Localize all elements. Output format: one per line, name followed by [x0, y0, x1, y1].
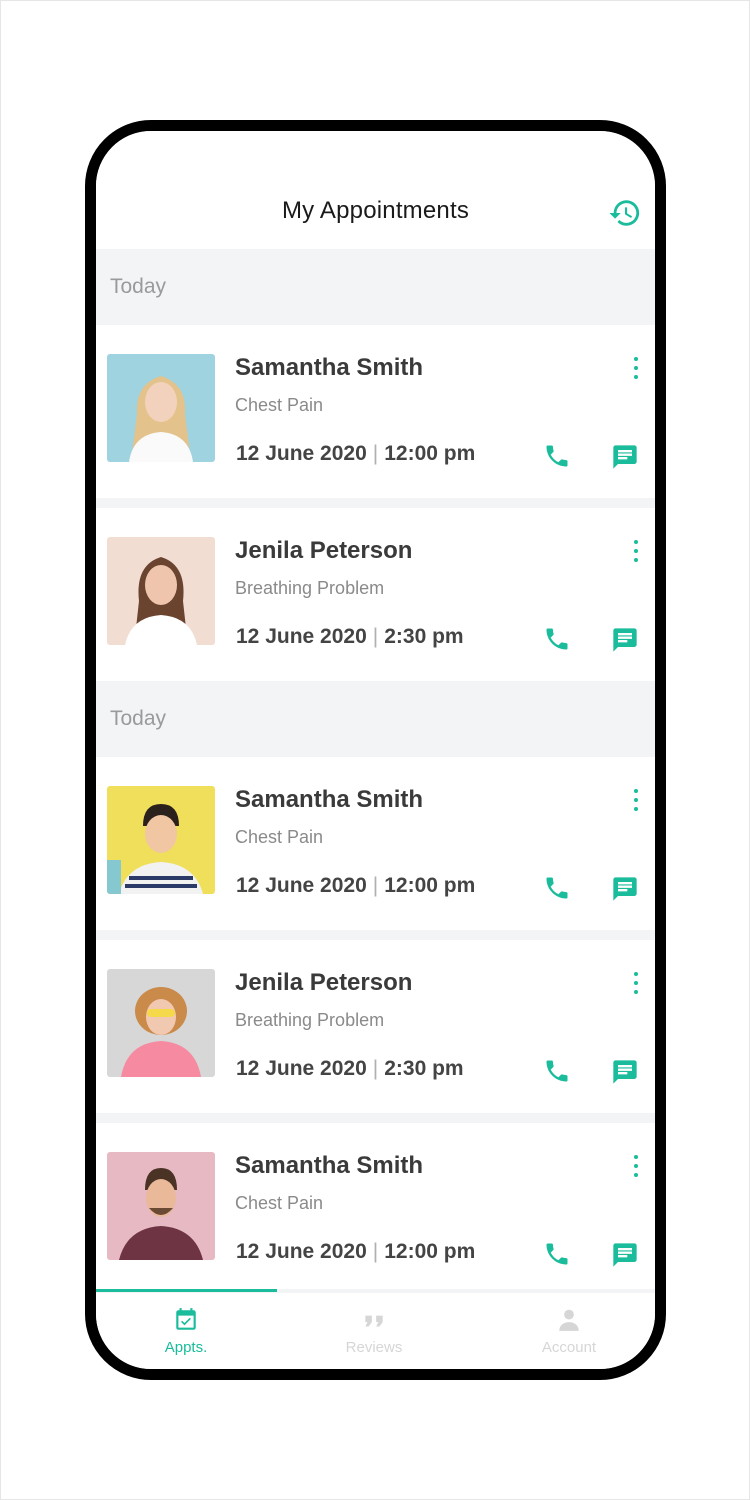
- history-button[interactable]: [607, 195, 643, 231]
- avatar: [107, 969, 215, 1077]
- phone-frame: My Appointments Today Samantha Smith Che…: [85, 120, 666, 1380]
- more-options-button[interactable]: [629, 972, 643, 994]
- phone-icon[interactable]: [543, 625, 571, 653]
- reviews-icon: [365, 1315, 383, 1327]
- app-header: My Appointments: [96, 131, 655, 249]
- appointment-reason: Breathing Problem: [235, 1010, 385, 1030]
- account-icon: [559, 1309, 579, 1331]
- bottom-tab-bar: Appts. Reviews Account: [96, 1289, 655, 1369]
- page-title: My Appointments: [281, 197, 470, 224]
- appointment-datetime: 12 June 2020 | 12:00 pm: [236, 874, 475, 898]
- appointment-time: 12:00 pm: [384, 1240, 476, 1263]
- appointment-datetime: 12 June 2020 | 12:00 pm: [236, 1240, 475, 1264]
- appointment-card[interactable]: Samantha Smith Chest Pain 12 June 2020 | 1…: [96, 1123, 655, 1296]
- appointment-date: 12 June 2020: [236, 1240, 367, 1263]
- avatar: [107, 354, 215, 462]
- separator: |: [372, 1057, 379, 1080]
- active-tab-indicator: [96, 1289, 277, 1292]
- appointment-datetime: 12 June 2020 | 12:00 pm: [236, 442, 475, 466]
- appointment-list: Today Samantha Smith Chest Pain 12 June …: [96, 249, 655, 1296]
- separator: |: [372, 442, 379, 465]
- appointment-datetime: 12 June 2020 | 2:30 pm: [236, 1057, 464, 1081]
- tab-label: Reviews: [345, 1339, 403, 1356]
- message-icon[interactable]: [611, 1241, 639, 1269]
- appointment-card[interactable]: Samantha Smith Chest Pain 12 June 2020 | 1…: [96, 325, 655, 508]
- tab-appointments[interactable]: Appts.: [111, 1307, 261, 1356]
- appointment-card[interactable]: Samantha Smith Chest Pain 12 June 2020 | 1…: [96, 757, 655, 940]
- appointment-datetime: 12 June 2020 | 2:30 pm: [236, 625, 464, 649]
- more-options-button[interactable]: [629, 789, 643, 811]
- tab-reviews[interactable]: Reviews: [299, 1307, 449, 1356]
- appointment-reason: Breathing Problem: [235, 578, 385, 598]
- message-icon[interactable]: [611, 443, 639, 471]
- more-options-button[interactable]: [629, 540, 643, 562]
- appointment-time: 12:00 pm: [384, 442, 476, 465]
- section-header-today: Today: [96, 249, 655, 325]
- appointment-card[interactable]: Jenila Peterson Breathing Problem 12 Jun…: [96, 508, 655, 681]
- tab-label: Appts.: [164, 1339, 208, 1356]
- phone-icon[interactable]: [543, 442, 571, 470]
- separator: |: [372, 1240, 379, 1263]
- separator: |: [372, 874, 379, 897]
- patient-name: Samantha Smith: [235, 1152, 424, 1179]
- phone-icon[interactable]: [543, 1240, 571, 1268]
- avatar: [107, 786, 215, 894]
- more-options-button[interactable]: [629, 357, 643, 379]
- appointment-card[interactable]: Jenila Peterson Breathing Problem 12 Jun…: [96, 940, 655, 1123]
- appointment-date: 12 June 2020: [236, 442, 367, 465]
- message-icon[interactable]: [611, 1058, 639, 1086]
- appointment-time: 2:30 pm: [384, 1057, 464, 1080]
- patient-name: Jenila Peterson: [235, 969, 413, 996]
- separator: |: [372, 625, 379, 648]
- message-icon[interactable]: [611, 875, 639, 903]
- appointment-reason: Chest Pain: [235, 1193, 324, 1213]
- message-icon[interactable]: [611, 626, 639, 654]
- appointment-reason: Chest Pain: [235, 395, 324, 415]
- calendar-check-icon: [176, 1308, 196, 1330]
- appointment-date: 12 June 2020: [236, 625, 367, 648]
- avatar: [107, 1152, 215, 1260]
- appointment-date: 12 June 2020: [236, 874, 367, 897]
- patient-name: Samantha Smith: [235, 786, 424, 813]
- history-icon: [609, 200, 640, 226]
- tab-account[interactable]: Account: [494, 1307, 644, 1356]
- section-header-today: Today: [96, 681, 655, 757]
- appointment-time: 2:30 pm: [384, 625, 464, 648]
- patient-name: Jenila Peterson: [235, 537, 413, 564]
- phone-icon[interactable]: [543, 874, 571, 902]
- appointment-reason: Chest Pain: [235, 827, 324, 847]
- phone-icon[interactable]: [543, 1057, 571, 1085]
- appointment-time: 12:00 pm: [384, 874, 476, 897]
- more-options-button[interactable]: [629, 1155, 643, 1177]
- patient-name: Samantha Smith: [235, 354, 424, 381]
- avatar: [107, 537, 215, 645]
- appointment-date: 12 June 2020: [236, 1057, 367, 1080]
- tab-label: Account: [541, 1339, 597, 1356]
